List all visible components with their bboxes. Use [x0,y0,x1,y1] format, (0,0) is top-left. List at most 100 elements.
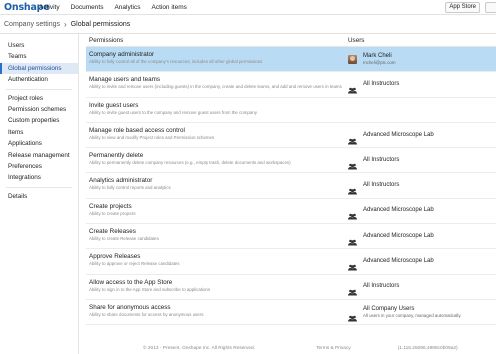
permission-title: Approve Releases [89,253,141,261]
user-name: All Instructors [363,156,400,163]
permission-title: Share for anonymous access [89,303,171,311]
user-assignment: Mark Cheli mcheli@ptc.com [363,53,396,65]
nav-action-items[interactable]: Action items [151,4,186,11]
group-icon [348,132,357,145]
permission-title: Manage role based access control [89,126,185,134]
table-header: Permissions Users [86,34,496,47]
table-row[interactable]: Create Releases Ability to create Release… [86,224,496,250]
user-name: All Instructors [363,80,400,87]
sidebar-item-integrations[interactable]: Integrations [0,172,78,183]
permission-cell: Company administrator Ability to fully co… [86,47,345,71]
user-assignment: All Company Users All users in your compa… [363,306,461,318]
users-cell[interactable]: Advanced Microscope Lab [345,123,496,147]
permission-description: Ability to permanently delete company re… [89,160,291,166]
page-footer: © 2013 - Present, Onshape Inc. All Right… [86,342,496,354]
user-assignment: All Instructors [363,182,399,189]
sidebar-item-custom-properties[interactable]: Custom properties [0,115,78,126]
sidebar-divider [6,88,72,90]
permission-title: Manage users and teams [89,76,161,84]
sidebar-item-global-permissions[interactable]: Global permissions [0,62,78,75]
permission-cell: Manage role based access control Ability … [86,123,345,147]
chevron-right-icon: › [64,19,67,29]
sidebar-item-applications[interactable]: Applications [0,138,78,149]
user-menu-button[interactable] [485,2,496,13]
onshape-logo[interactable]: Onshape [4,2,50,13]
permission-description: Ability to fully control reports and ana… [89,185,171,191]
sidebar-item-items[interactable]: Items [0,127,78,138]
nav-documents[interactable]: Documents [71,4,104,11]
user-name: Advanced Microscope Lab [363,207,434,214]
sidebar-item-teams[interactable]: Teams [0,51,78,62]
permission-title: Create Releases [89,228,136,236]
sidebar-item-release-management[interactable]: Release management [0,150,78,161]
permission-cell: Approve Releases Ability to approve or re… [86,249,345,273]
table-row[interactable]: Share for anonymous access Ability to sha… [86,300,496,326]
permission-description: Ability to invite guest users to the com… [89,109,257,115]
table-row[interactable]: Approve Releases Ability to approve or re… [86,249,496,275]
permission-title: Allow access to the App Store [89,278,173,286]
group-icon [348,81,357,94]
permission-description: Ability to create Release candidates [89,236,159,242]
group-icon [348,258,357,271]
users-cell[interactable]: All Instructors [345,72,496,96]
breadcrumb: Company settings › Global permissions [0,15,496,34]
permission-title: Create projects [89,202,132,210]
permission-cell: Create Releases Ability to create Release… [86,224,345,248]
top-nav: Activity Documents Analytics Action item… [36,4,198,11]
settings-sidebar: Users Teams Global permissions Authentic… [0,34,79,354]
users-cell[interactable]: All Instructors [345,148,496,172]
table-row[interactable]: Manage role based access control Ability … [86,123,496,149]
users-cell[interactable]: Advanced Microscope Lab [345,249,496,273]
group-icon [348,283,357,296]
table-row[interactable]: Permanently delete Ability to permanently… [86,148,496,174]
table-row[interactable]: Analytics administrator Ability to fully … [86,173,496,199]
users-cell[interactable] [345,98,496,122]
nav-analytics[interactable]: Analytics [114,4,140,11]
nav-activity[interactable]: Activity [39,4,60,11]
user-assignment: Advanced Microscope Lab [363,258,434,265]
user-avatar [348,54,357,64]
app-store-button[interactable]: App Store [445,2,480,13]
permission-description: Ability to fully control all of the comp… [89,59,263,64]
permission-title: Permanently delete [89,152,144,160]
sidebar-item-authentication[interactable]: Authentication [0,74,78,85]
permission-description: Ability to view and modify Project roles… [89,134,215,140]
sidebar-item-project-roles[interactable]: Project roles [0,93,78,104]
users-cell[interactable]: Advanced Microscope Lab [345,224,496,248]
table-row[interactable]: Company administrator Ability to fully co… [86,47,496,73]
users-cell[interactable]: All Instructors [345,275,496,299]
table-row[interactable]: Create projects Ability to create project… [86,199,496,225]
users-cell[interactable]: All Instructors [345,173,496,197]
sidebar-item-details[interactable]: Details [0,191,78,202]
group-icon [348,207,357,220]
user-name: All Instructors [363,283,400,290]
permission-description: Ability to sign in to the App Store and … [89,286,211,292]
group-icon [348,157,357,170]
breadcrumb-company-settings[interactable]: Company settings [4,21,60,28]
sidebar-item-permission-schemes[interactable]: Permission schemes [0,104,78,115]
user-assignment: All Instructors [363,81,399,88]
users-cell[interactable]: All Company Users All users in your compa… [345,300,496,324]
permission-cell: Invite guest users Ability to invite gues… [86,98,345,122]
table-row[interactable]: Manage users and teams Ability to invite … [86,72,496,98]
user-assignment: All Instructors [363,157,399,164]
sidebar-item-users[interactable]: Users [0,40,78,51]
footer-terms-link[interactable]: Terms & Privacy [316,346,351,351]
table-row[interactable]: Allow access to the App Store Ability to … [86,275,496,300]
users-cell[interactable]: Mark Cheli mcheli@ptc.com [345,47,496,71]
user-subtext: mcheli@ptc.com [363,60,396,66]
user-assignment: Advanced Microscope Lab [363,207,434,214]
user-assignment: All Instructors [363,283,399,290]
table-row[interactable]: Invite guest users Ability to invite gues… [86,98,496,123]
group-icon [348,309,357,322]
user-name: Advanced Microscope Lab [363,232,434,239]
permission-cell: Share for anonymous access Ability to sha… [86,300,345,324]
permission-cell: Allow access to the App Store Ability to … [86,275,345,299]
user-assignment: Advanced Microscope Lab [363,132,434,139]
sidebar-divider [6,186,72,188]
sidebar-item-preferences[interactable]: Preferences [0,161,78,172]
users-cell[interactable]: Advanced Microscope Lab [345,199,496,223]
column-header-users: Users [348,36,365,44]
permission-cell: Create projects Ability to create project… [86,199,345,223]
permission-description: Ability to invite and remove users (incl… [89,84,342,90]
